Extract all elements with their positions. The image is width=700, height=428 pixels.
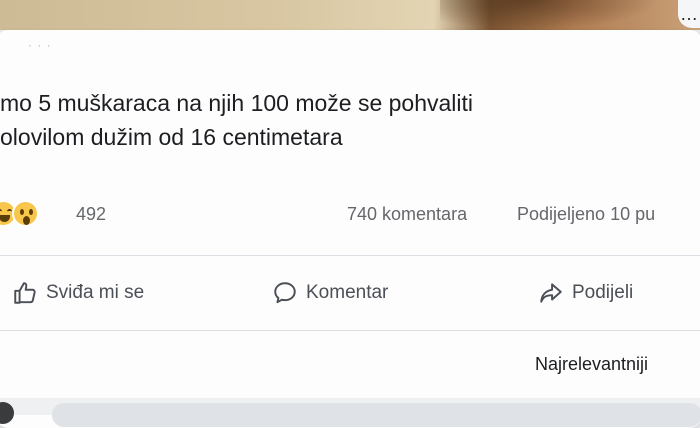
post-text: mo 5 muškaraca na njih 100 može se pohva… — [0, 86, 700, 154]
post-author-faint: · · · — [28, 38, 52, 52]
reaction-count[interactable]: 492 — [76, 204, 106, 225]
surprised-emoji-icon — [12, 200, 39, 227]
post-actions-row: Sviđa mi se Komentar Podijeli — [0, 270, 700, 316]
like-label: Sviđa mi se — [46, 282, 145, 303]
shares-count-link[interactable]: Podijeljeno 10 pu — [517, 204, 655, 225]
comment-sort-dropdown[interactable]: Najrelevantniji — [535, 354, 648, 375]
divider — [0, 330, 700, 331]
post-text-line: olovilom dužim od 16 centimetara — [0, 124, 343, 150]
comment-input[interactable] — [52, 403, 700, 427]
thumbs-up-icon — [14, 282, 36, 304]
photo-shadow — [440, 0, 660, 30]
more-options-icon[interactable]: … — [678, 0, 700, 28]
like-button[interactable]: Sviđa mi se — [12, 270, 144, 316]
share-button[interactable]: Podijeli — [538, 270, 633, 316]
comments-count-link[interactable]: 740 komentara — [347, 204, 467, 225]
comment-label: Komentar — [306, 282, 389, 303]
post-text-line: mo 5 muškaraca na njih 100 može se pohva… — [0, 90, 474, 116]
speech-bubble-icon — [274, 282, 296, 304]
comment-button[interactable]: Komentar — [272, 270, 388, 316]
divider — [0, 255, 700, 256]
share-arrow-icon — [540, 283, 562, 303]
share-label: Podijeli — [572, 282, 634, 303]
post-stats-row: 492 740 komentara Podijeljeno 10 pu — [0, 196, 700, 232]
